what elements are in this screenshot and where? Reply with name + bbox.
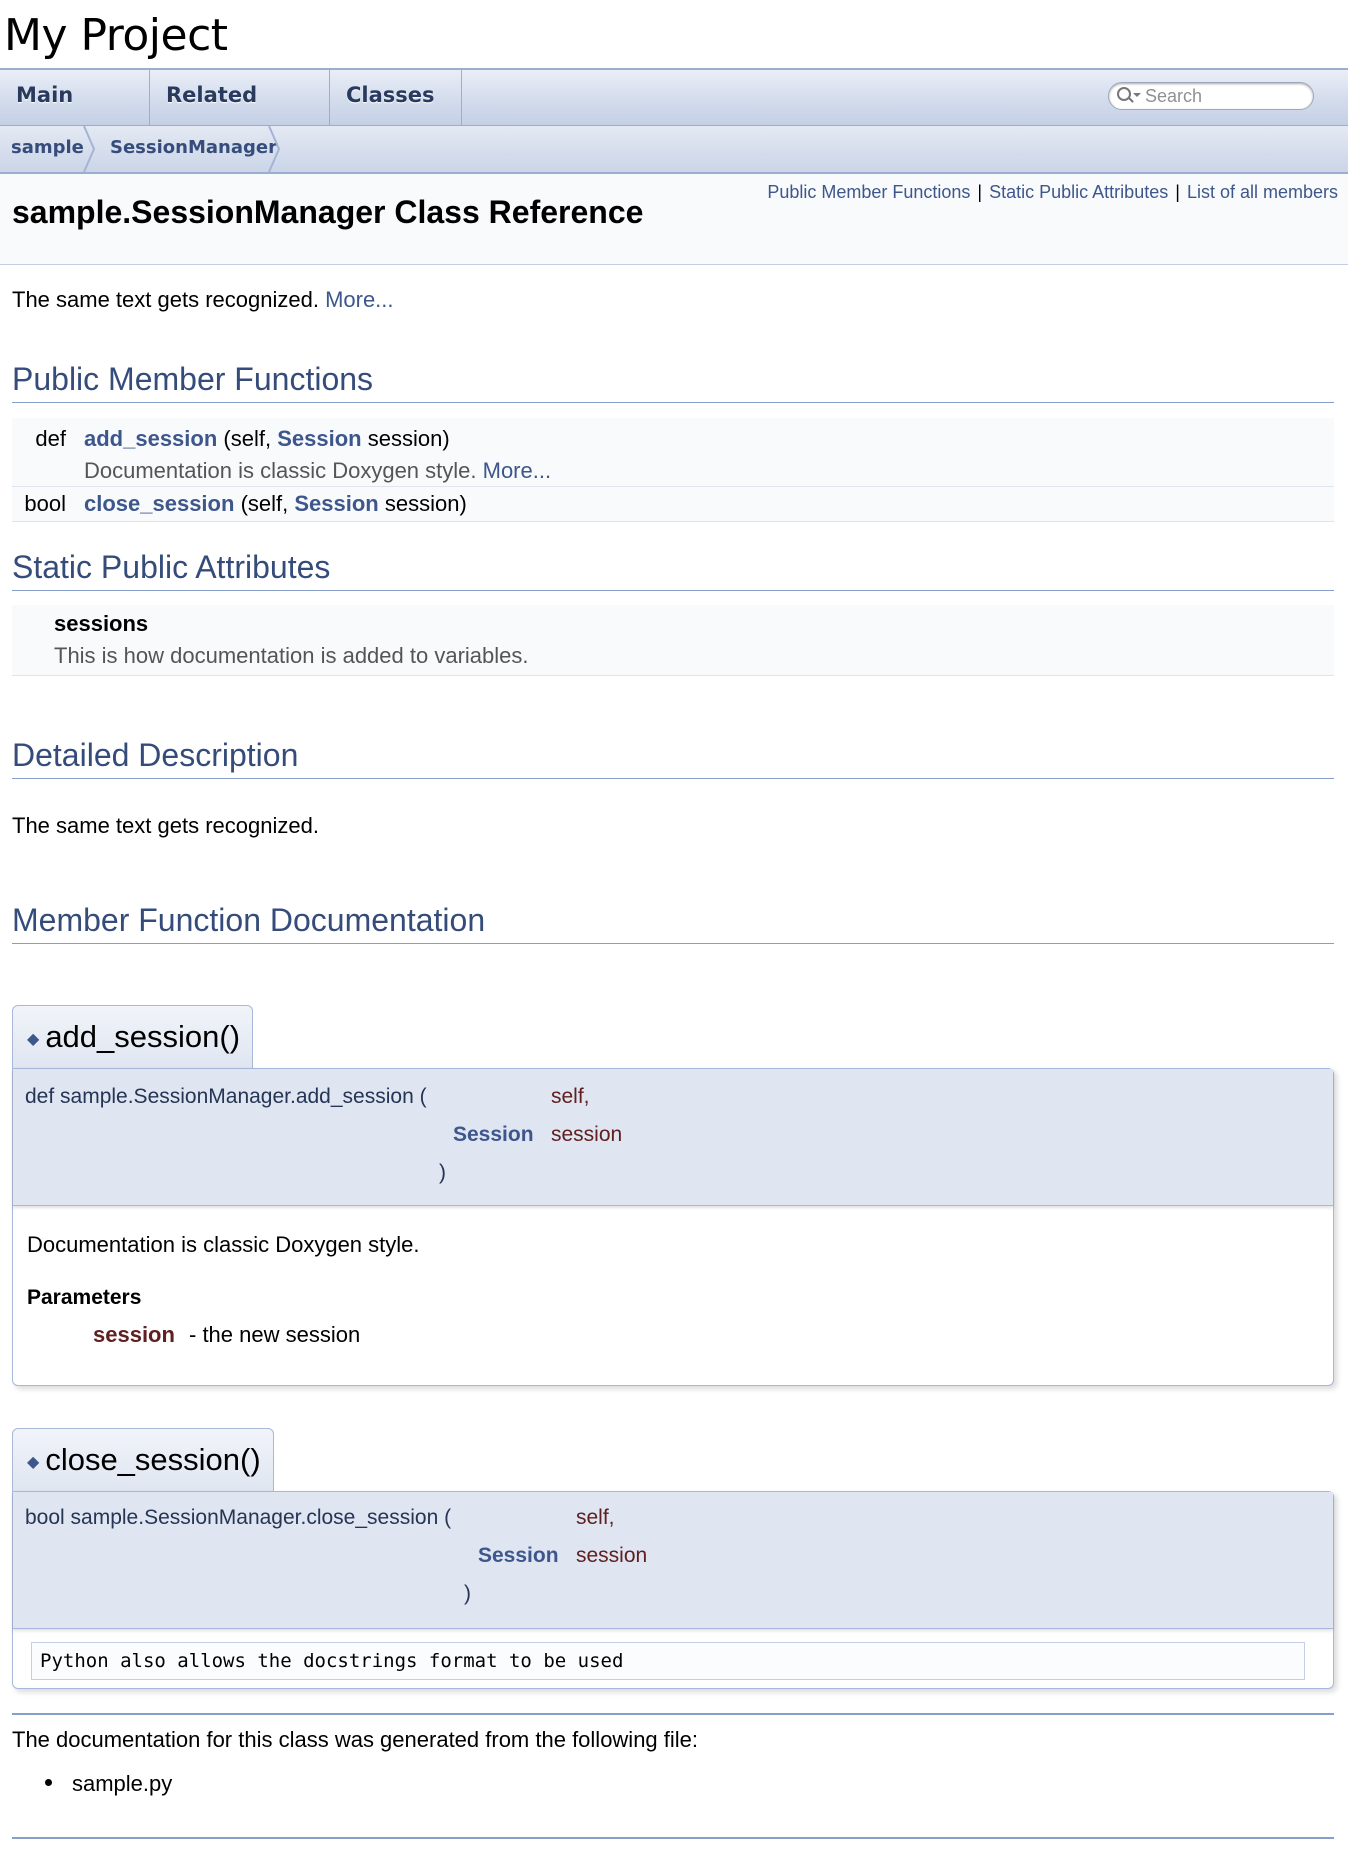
breadcrumb: sample SessionManager <box>0 126 1348 174</box>
param-type-session[interactable]: Session <box>478 1544 559 1568</box>
brief-text: The same text gets recognized. <box>12 287 319 312</box>
member-brief: Documentation is classic Doxygen style. <box>84 458 477 483</box>
member-functions-table: def add_session (self, Session session) … <box>12 418 1334 522</box>
link-static-public-attributes[interactable]: Static Public Attributes <box>989 182 1168 202</box>
breadcrumb-separator-icon <box>83 126 96 172</box>
tab-classes[interactable]: Classes <box>330 70 462 148</box>
project-title: My Project <box>4 10 228 61</box>
tab-main-page[interactable]: Main Page <box>0 70 150 157</box>
nav-bar: Main Page Related Pages Classes <box>0 68 1348 157</box>
prototype-close-paren: ) <box>439 1161 446 1184</box>
page-header: Public Member Functions | Static Public … <box>0 174 1348 265</box>
attribute-name: sessions <box>54 611 149 636</box>
link-public-member-functions[interactable]: Public Member Functions <box>767 182 970 202</box>
tab-label: Classes <box>346 83 435 107</box>
footer-divider <box>12 1713 1334 1715</box>
member-title-text: close_session() <box>45 1442 261 1477</box>
link-list-of-all-members[interactable]: List of all members <box>1187 182 1338 202</box>
tab-related-pages[interactable]: Related Pages <box>150 70 330 157</box>
docstring-code-block: Python also allows the docstrings format… <box>31 1642 1305 1680</box>
member-item-add-session: def sample.SessionManager.add_session ( … <box>12 1068 1334 1386</box>
table-row: def add_session (self, Session session) … <box>12 418 1334 487</box>
type-link-session[interactable]: Session <box>277 426 361 451</box>
member-link-close-session[interactable]: close_session <box>84 491 234 516</box>
more-link[interactable]: More... <box>325 287 393 312</box>
summary-links: Public Member Functions | Static Public … <box>767 182 1338 203</box>
section-title-public-member-functions: Public Member Functions <box>12 361 1334 403</box>
table-row: bool close_session (self, Session sessio… <box>12 487 1334 522</box>
separator: | <box>1175 182 1180 202</box>
search-input[interactable] <box>1145 85 1305 107</box>
file-link-sample-py[interactable]: sample.py <box>72 1771 172 1797</box>
static-attributes-table: sessions This is how documentation is ad… <box>12 605 1334 676</box>
page-title: sample.SessionManager Class Reference <box>12 194 644 230</box>
parameter-description: - the new session <box>189 1322 361 1347</box>
type-link-session[interactable]: Session <box>294 491 378 516</box>
member-signature: close_session (self, Session session) <box>84 491 467 517</box>
footer-text: The documentation for this class was gen… <box>12 1727 699 1752</box>
args-prefix: (self, <box>240 491 289 516</box>
member-title-add-session: ◆ add_session() <box>12 1005 254 1069</box>
member-description: Documentation is classic Doxygen style. … <box>84 458 551 484</box>
breadcrumb-item-sample[interactable]: sample <box>11 126 84 172</box>
member-link-add-session[interactable]: add_session <box>84 426 217 451</box>
table-row: sessions This is how documentation is ad… <box>12 605 1334 676</box>
args-suffix: session) <box>384 491 467 516</box>
brief-description: The same text gets recognized. More... <box>12 287 394 313</box>
diamond-icon: ◆ <box>27 1454 40 1471</box>
member-title-text: add_session() <box>45 1019 241 1054</box>
parameter-name: session <box>93 1322 175 1347</box>
args-suffix: session) <box>367 426 450 451</box>
footer-bottom-divider <box>12 1837 1334 1839</box>
section-title-member-function-documentation: Member Function Documentation <box>12 902 1334 944</box>
member-title-close-session: ◆ close_session() <box>12 1428 274 1492</box>
attribute-description: This is how documentation is added to va… <box>54 643 529 668</box>
prototype-close-paren: ) <box>464 1582 471 1605</box>
separator: | <box>977 182 983 202</box>
more-link[interactable]: More... <box>483 458 551 483</box>
member-doc-text: Documentation is classic Doxygen style. <box>27 1232 420 1257</box>
args-prefix: (self, <box>223 426 272 451</box>
breadcrumb-item-sessionmanager[interactable]: SessionManager <box>110 126 277 172</box>
parameters-heading: Parameters <box>27 1286 142 1309</box>
detailed-description-text: The same text gets recognized. <box>12 813 319 838</box>
param-session: session <box>576 1544 648 1567</box>
return-type: def <box>35 426 66 451</box>
breadcrumb-separator-icon <box>268 126 281 172</box>
section-title-detailed-description: Detailed Description <box>12 737 1334 779</box>
member-item-close-session: bool sample.SessionManager.close_session… <box>12 1491 1334 1689</box>
diamond-icon: ◆ <box>27 1031 40 1048</box>
prototype-prefix: bool sample.SessionManager.close_session… <box>25 1506 452 1529</box>
param-session: session <box>551 1123 623 1146</box>
search-box[interactable] <box>1108 82 1314 110</box>
return-type: bool <box>24 491 66 516</box>
search-icon[interactable] <box>1117 87 1131 101</box>
chevron-down-icon[interactable] <box>1133 93 1141 97</box>
member-signature: add_session (self, Session session) <box>84 426 450 452</box>
bullet-icon <box>45 1779 52 1786</box>
member-prototype: def sample.SessionManager.add_session ( … <box>13 1069 1333 1206</box>
prototype-prefix: def sample.SessionManager.add_session ( <box>25 1085 427 1108</box>
param-self: self, <box>551 1085 590 1108</box>
member-prototype: bool sample.SessionManager.close_session… <box>13 1492 1333 1629</box>
param-type-session[interactable]: Session <box>453 1123 534 1147</box>
section-title-static-public-attributes: Static Public Attributes <box>12 549 1334 591</box>
param-self: self, <box>576 1506 615 1529</box>
